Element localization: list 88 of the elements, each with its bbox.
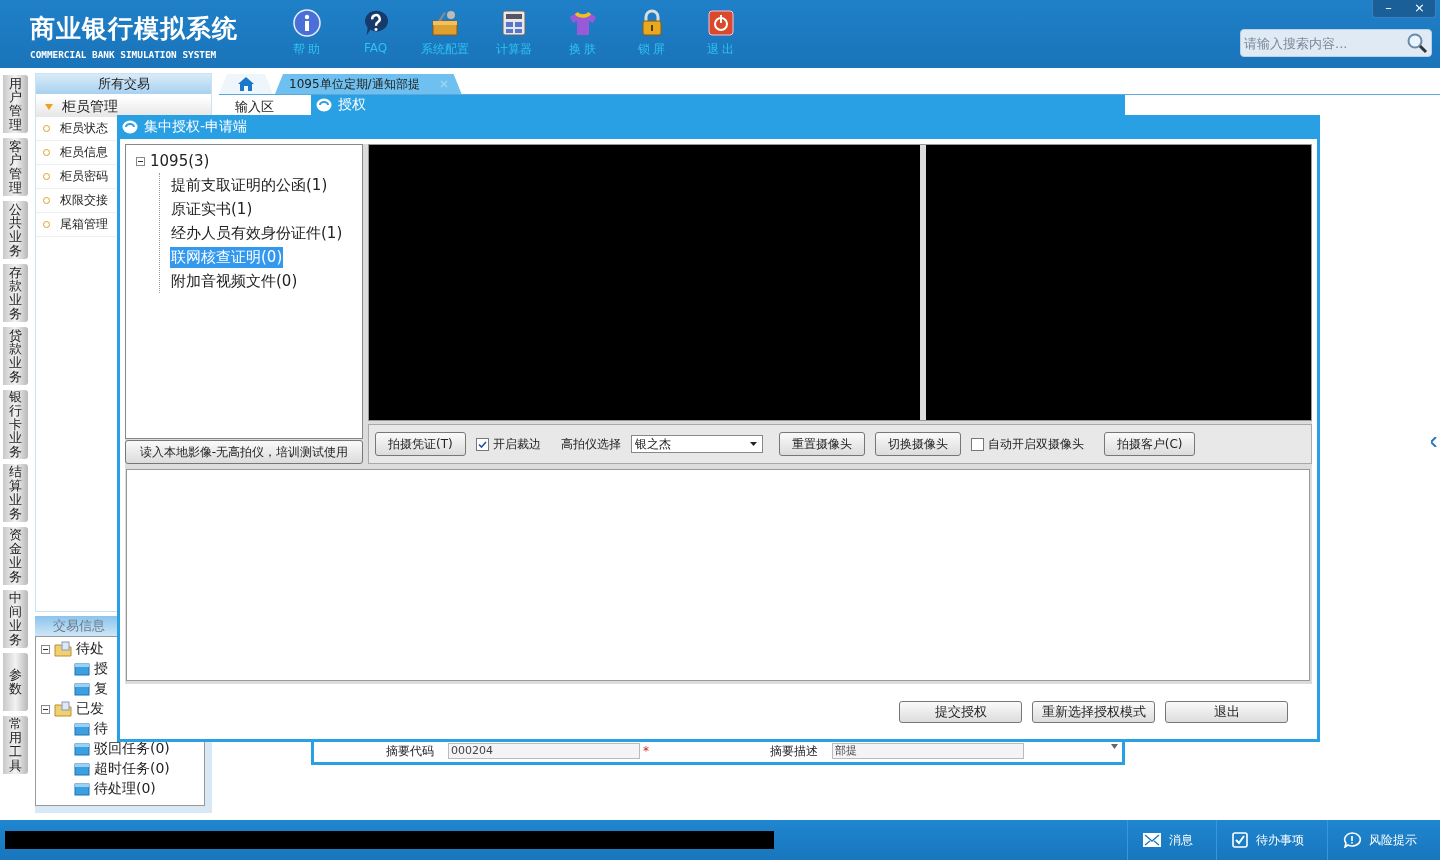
- status-button[interactable]: 消息: [1127, 820, 1216, 860]
- side-tab[interactable]: 用户管理: [3, 75, 28, 133]
- window-icon: [122, 120, 138, 134]
- side-tab[interactable]: 结算业务: [3, 463, 28, 522]
- collapse-icon[interactable]: [136, 156, 145, 166]
- dialog-title-bar: 授权: [314, 95, 1122, 115]
- speech-bubble-icon: [1343, 832, 1361, 848]
- panel-title: 所有交易: [36, 74, 211, 94]
- tree-item[interactable]: 驳回任务(0): [94, 740, 170, 758]
- home-icon: [238, 77, 254, 91]
- checkbox-label: 自动开启双摄像头: [987, 435, 1084, 453]
- tree-item[interactable]: 待处理(0): [94, 780, 156, 798]
- side-tab[interactable]: 中间业务: [3, 589, 28, 648]
- tree-item[interactable]: 提前支取证明的公函(1): [170, 174, 329, 196]
- side-tab[interactable]: 存款业务: [3, 264, 28, 322]
- tree-item[interactable]: 1095(3): [150, 152, 210, 170]
- side-tab[interactable]: 常用工具: [3, 715, 28, 774]
- dialog-button[interactable]: 重新选择授权模式: [1032, 700, 1155, 723]
- panel-title: 交易信息: [53, 618, 105, 633]
- tree-item[interactable]: 复: [94, 680, 108, 698]
- side-tab[interactable]: 客户管理: [3, 138, 28, 196]
- dialog-button[interactable]: 提交授权: [899, 700, 1022, 723]
- calculator-icon: [500, 9, 527, 37]
- folder-icon: [74, 662, 90, 676]
- status-button[interactable]: 风险提示: [1327, 820, 1440, 860]
- power-icon: [706, 9, 735, 37]
- side-tab[interactable]: 公共业务: [3, 201, 28, 259]
- tree-item[interactable]: 附加音视频文件(0): [170, 270, 299, 292]
- folder-icon: [74, 762, 90, 776]
- info-icon: [292, 9, 321, 37]
- folder-icon: [74, 722, 90, 736]
- page-tab[interactable]: 1095单位定期/通知部提: [275, 74, 462, 94]
- dialog-button[interactable]: 退出: [1165, 700, 1288, 723]
- tree-item[interactable]: 授: [94, 660, 108, 678]
- collapse-icon[interactable]: [41, 704, 50, 714]
- input-field[interactable]: 000204: [448, 743, 640, 759]
- close-button[interactable]: ×: [1404, 0, 1435, 17]
- window-icon: [316, 98, 332, 112]
- side-tab[interactable]: 贷款业务: [3, 327, 28, 385]
- caret-icon[interactable]: [1111, 744, 1118, 749]
- checkbox-icon: [1232, 832, 1248, 848]
- folder-icon: [54, 641, 72, 657]
- tree-item[interactable]: 经办人员有效身份证件(1): [170, 222, 344, 244]
- mail-icon: [1143, 833, 1161, 847]
- minimize-button[interactable]: –: [1373, 0, 1404, 17]
- menu-item[interactable]: 尾箱管理: [60, 216, 108, 233]
- checkbox[interactable]: [970, 437, 984, 451]
- side-tab[interactable]: 银行卡业务: [3, 390, 28, 459]
- menu-item[interactable]: 柜员状态: [60, 120, 108, 137]
- menu-item[interactable]: 柜员信息: [60, 144, 108, 161]
- tree-item[interactable]: 待: [94, 720, 108, 738]
- checkbox-label: 开启裁边: [492, 435, 541, 453]
- folder-icon: [74, 742, 90, 756]
- field-label: 高拍仪选择: [560, 435, 621, 453]
- input-field[interactable]: 部提: [832, 743, 1024, 759]
- camera-select[interactable]: 银之杰: [630, 435, 763, 454]
- folder-icon: [54, 701, 72, 717]
- side-tab[interactable]: 资金业务: [3, 526, 28, 585]
- toolbar-button[interactable]: 拍摄客户(C): [1103, 432, 1196, 457]
- checkbox[interactable]: [475, 437, 489, 451]
- caret-icon: [749, 442, 757, 447]
- required-mark: *: [642, 744, 650, 758]
- toolbar-button[interactable]: 重置摄像头: [778, 432, 865, 457]
- folder-icon: [74, 782, 90, 796]
- tree-item[interactable]: 待处: [76, 640, 104, 658]
- tree-item[interactable]: 已发: [76, 700, 104, 718]
- lock-icon: [639, 9, 664, 37]
- toolbox-icon: [429, 9, 460, 37]
- search-icon: [1406, 32, 1428, 54]
- section-label: 输入区: [235, 98, 274, 116]
- toolbar-button[interactable]: 拍摄凭证(T): [375, 432, 466, 457]
- tree-item[interactable]: 超时任务(0): [94, 760, 170, 778]
- field-label: 摘要描述: [770, 742, 819, 760]
- menu-item[interactable]: 柜员密码: [60, 168, 108, 185]
- side-tab[interactable]: 参数: [3, 652, 28, 711]
- app-subtitle: COMMERCIAL BANK SIMULATION SYSTEM: [30, 49, 218, 60]
- field-label: 摘要代码: [386, 742, 435, 760]
- dialog-title-bar: 集中授权-申请端: [120, 115, 1317, 139]
- app-title: 商业银行模拟系统: [30, 13, 239, 45]
- shirt-icon: [567, 9, 598, 37]
- load-image-button[interactable]: 读入本地影像-无高拍仪，培训测试使用: [125, 440, 363, 464]
- folder-icon: [74, 682, 90, 696]
- status-button[interactable]: 待办事项: [1216, 820, 1327, 860]
- collapse-icon[interactable]: [41, 644, 50, 654]
- tree-item[interactable]: 原证实书(1): [170, 198, 254, 220]
- search-field[interactable]: 请输入搜索内容...: [1240, 29, 1432, 57]
- toolbar-button[interactable]: 切换摄像头: [874, 432, 961, 457]
- menu-item[interactable]: 权限交接: [60, 192, 108, 209]
